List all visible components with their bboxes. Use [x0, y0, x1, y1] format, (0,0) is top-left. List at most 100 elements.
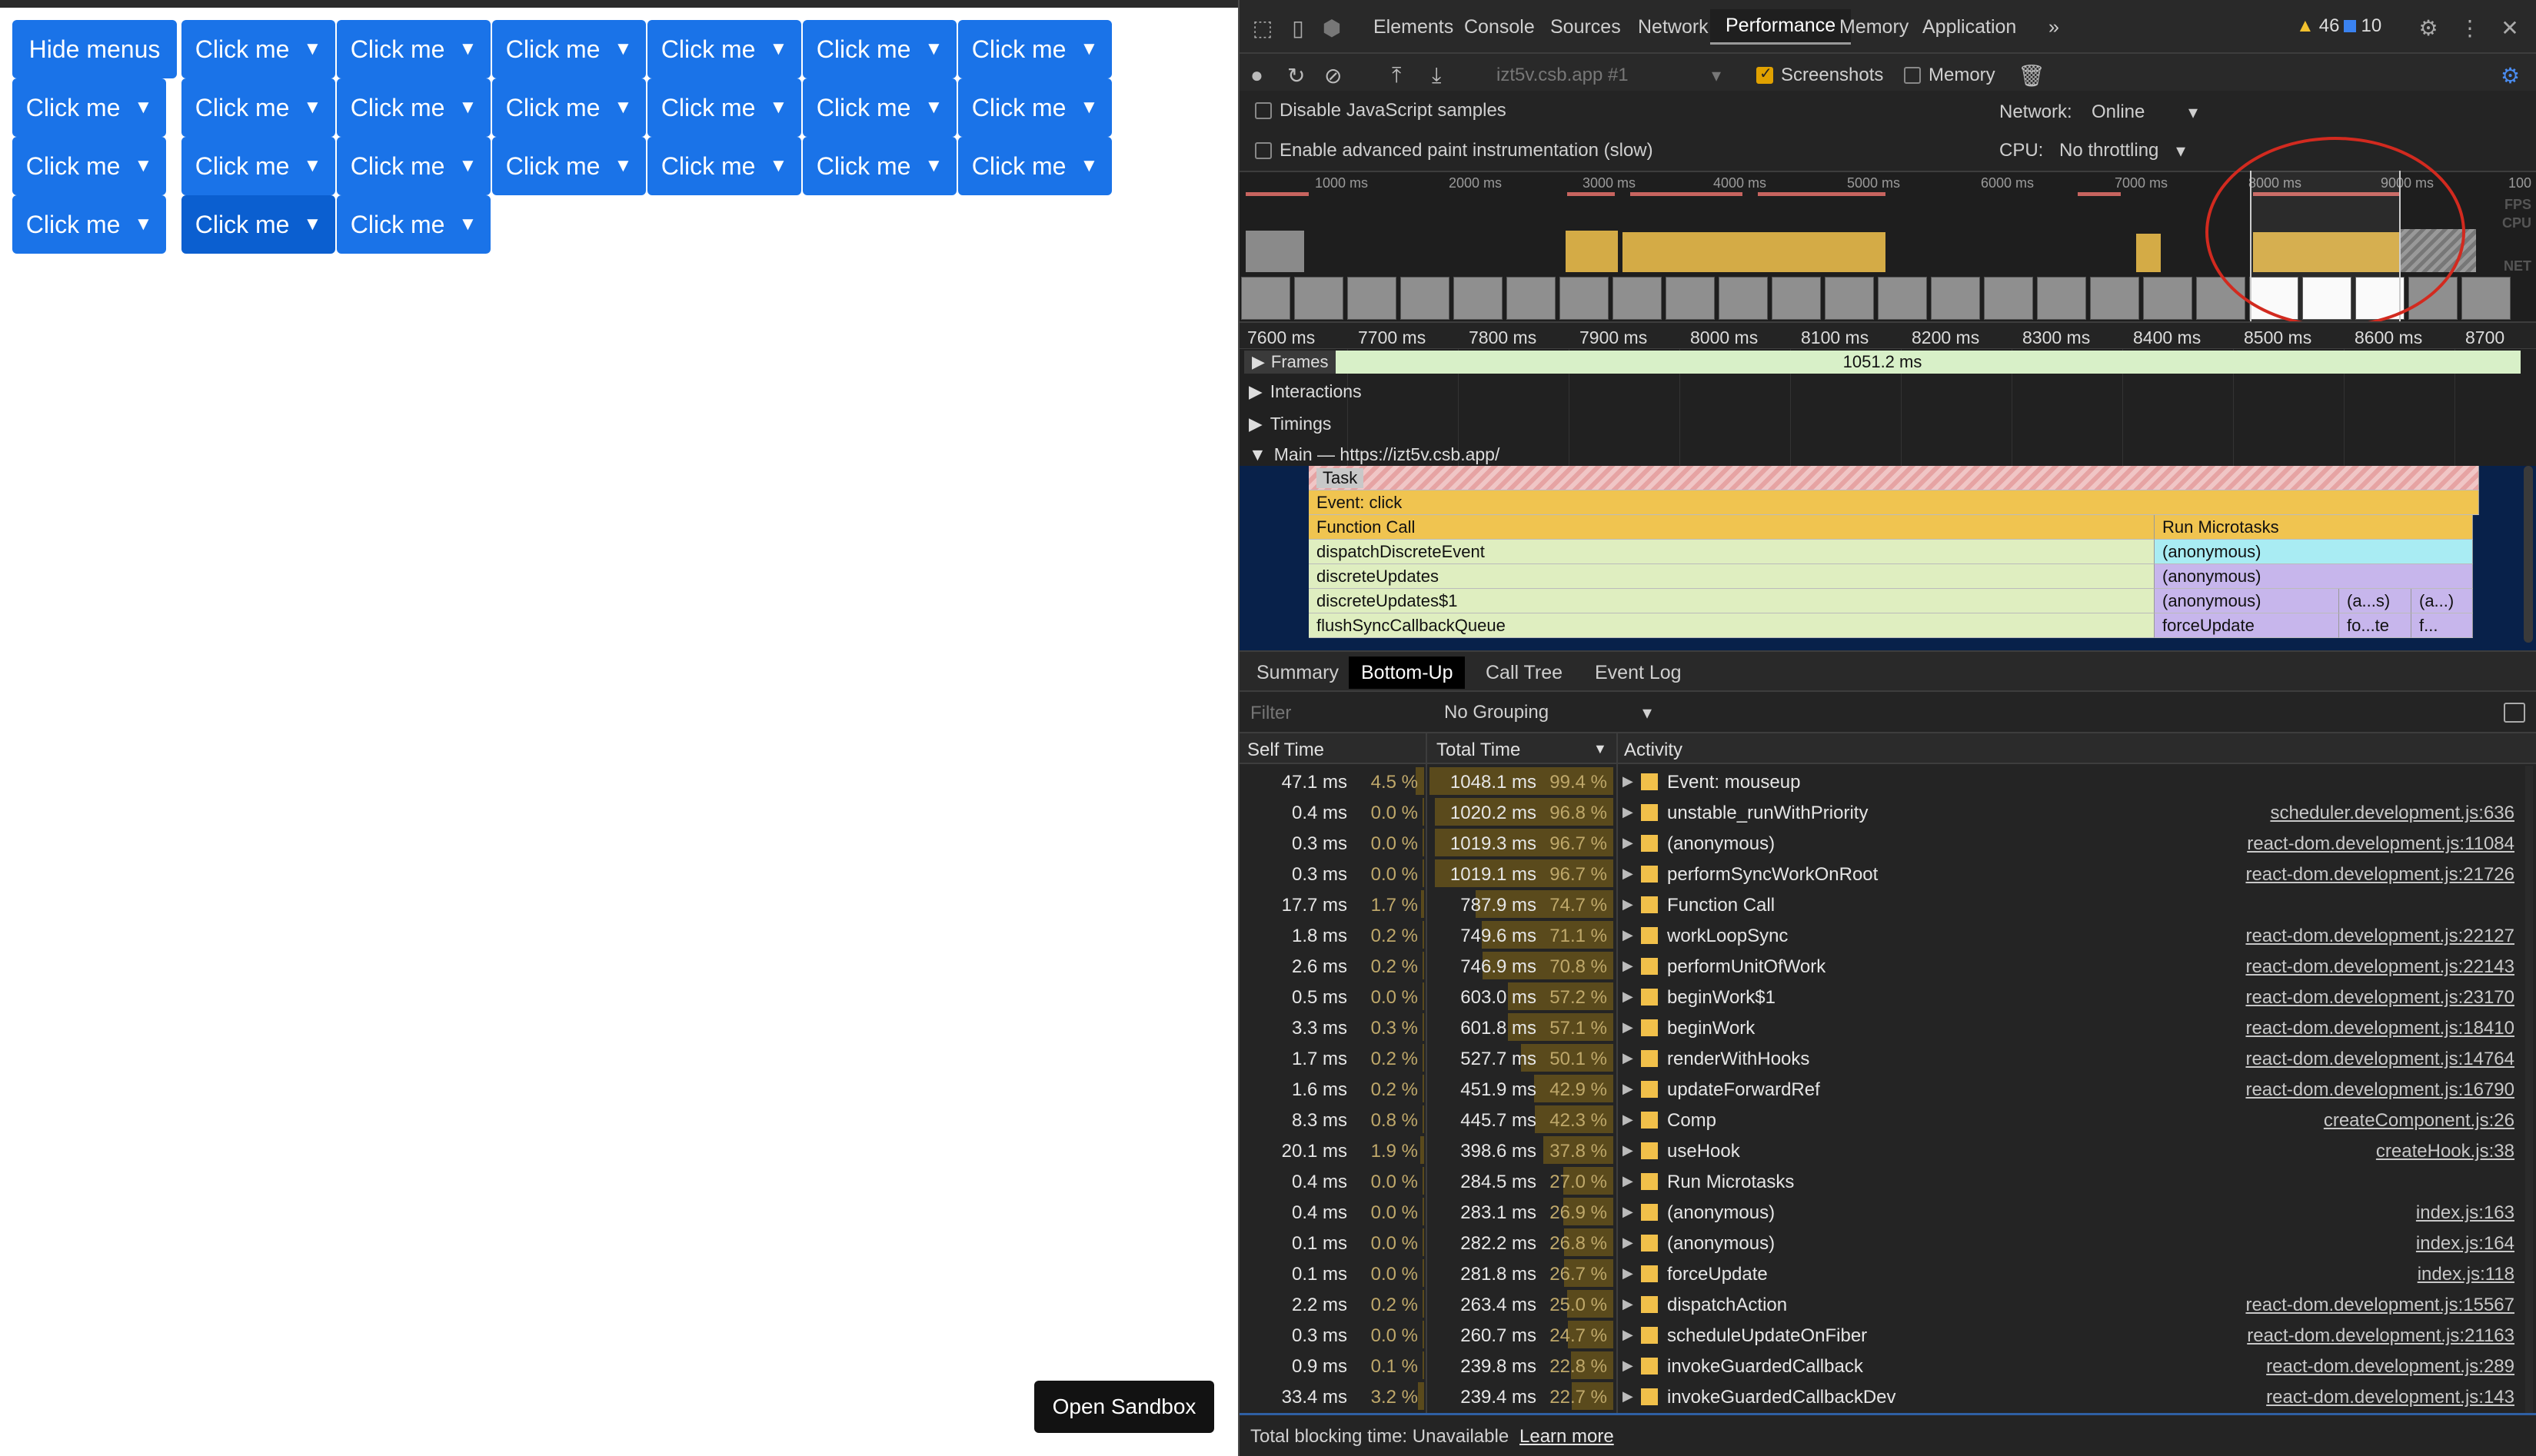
expand-arrow-icon[interactable]: ▶: [1622, 927, 1633, 943]
table-row[interactable]: 1.8 ms 0.2 % 749.6 ms 71.1 % ▶ workLoopSync re…: [1240, 919, 2536, 950]
expand-arrow-icon[interactable]: ▶: [1622, 1204, 1633, 1220]
screenshot-thumbnail[interactable]: [2090, 277, 2139, 320]
screenshot-thumbnail[interactable]: [1400, 277, 1449, 320]
click-me-dropdown-button[interactable]: Click me ▼: [958, 78, 1112, 137]
click-me-dropdown-button[interactable]: Click me ▼: [337, 20, 491, 78]
table-row[interactable]: 0.9 ms 0.1 % 239.8 ms 22.8 % ▶ invokeGuardedC…: [1240, 1350, 2536, 1381]
table-scrollbar[interactable]: [2525, 766, 2533, 1413]
click-me-dropdown-button[interactable]: Click me ▼: [337, 137, 491, 195]
table-row[interactable]: 8.3 ms 0.8 % 445.7 ms 42.3 % ▶ Comp createComp…: [1240, 1104, 2536, 1135]
more-tabs-button[interactable]: »: [2033, 9, 2075, 45]
source-link[interactable]: react-dom.development.js:21163: [2247, 1325, 2514, 1347]
advanced-paint-checkbox[interactable]: Enable advanced paint instrumentation (s…: [1255, 140, 1653, 161]
source-link[interactable]: react-dom.development.js:16790: [2245, 1079, 2514, 1101]
screenshot-thumbnail[interactable]: [1719, 277, 1768, 320]
source-link[interactable]: scheduler.development.js:636: [2270, 803, 2514, 824]
table-row[interactable]: 0.4 ms 0.0 % 284.5 ms 27.0 % ▶ Run Microtasks: [1240, 1165, 2536, 1196]
flame-frame[interactable]: (anonymous): [2155, 540, 2473, 564]
source-link[interactable]: index.js:163: [2416, 1202, 2514, 1224]
expand-arrow-icon[interactable]: ▶: [1622, 896, 1633, 912]
expand-arrow-icon[interactable]: ▶: [1622, 1327, 1633, 1343]
table-row[interactable]: 3.3 ms 0.3 % 601.8 ms 57.1 % ▶ beginWork react…: [1240, 1012, 2536, 1042]
inspect-element-icon[interactable]: ⬚: [1250, 15, 1275, 40]
tab-summary[interactable]: Summary: [1244, 657, 1351, 689]
expand-arrow-icon[interactable]: ▶: [1622, 804, 1633, 820]
flame-frame[interactable]: flushSyncCallbackQueue: [1309, 613, 2155, 638]
click-me-dropdown-button[interactable]: Click me ▼: [492, 20, 646, 78]
reload-record-icon[interactable]: ↻: [1287, 63, 1305, 88]
table-row[interactable]: 17.7 ms 1.7 % 787.9 ms 74.7 % ▶ Function Call: [1240, 889, 2536, 919]
flame-frame[interactable]: (anonymous): [2155, 564, 2473, 589]
source-link[interactable]: react-dom.development.js:14764: [2245, 1049, 2514, 1070]
screenshot-thumbnail[interactable]: [1931, 277, 1980, 320]
table-row[interactable]: 0.1 ms 0.0 % 282.2 ms 26.8 % ▶ (anonymous) ind…: [1240, 1227, 2536, 1258]
source-link[interactable]: react-dom.development.js:21726: [2245, 864, 2514, 886]
table-row[interactable]: 0.1 ms 0.0 % 281.8 ms 26.7 % ▶ forceUpdate ind…: [1240, 1258, 2536, 1288]
flame-event-click[interactable]: Event: click: [1309, 490, 2479, 515]
expand-arrow-icon[interactable]: ▶: [1622, 1081, 1633, 1097]
flame-frame[interactable]: (anonymous): [2155, 589, 2339, 613]
source-link[interactable]: createHook.js:38: [2376, 1141, 2514, 1162]
tab-network[interactable]: Network: [1622, 9, 1724, 45]
click-me-dropdown-button[interactable]: Click me ▼: [337, 195, 491, 254]
click-me-dropdown-button[interactable]: Click me ▼: [958, 20, 1112, 78]
screenshot-thumbnail[interactable]: [1612, 277, 1662, 320]
flame-frame[interactable]: (a...s): [2339, 589, 2411, 613]
table-row[interactable]: 0.4 ms 0.0 % 283.1 ms 26.9 % ▶ (anonymous) ind…: [1240, 1196, 2536, 1227]
expand-arrow-icon[interactable]: ▶: [1622, 1358, 1633, 1374]
click-me-dropdown-button[interactable]: Click me ▼: [803, 78, 957, 137]
click-me-dropdown-button[interactable]: Click me ▼: [647, 20, 801, 78]
source-link[interactable]: react-dom.development.js:11084: [2247, 833, 2514, 855]
device-toolbar-icon[interactable]: ▯: [1286, 15, 1310, 40]
expand-arrow-icon[interactable]: ▶: [1622, 1388, 1633, 1404]
network-throttle-select[interactable]: Online: [2092, 101, 2145, 123]
source-link[interactable]: createComponent.js:26: [2324, 1110, 2514, 1132]
expand-arrow-icon[interactable]: ▶: [1622, 1235, 1633, 1251]
click-me-dropdown-button[interactable]: Click me ▼: [647, 137, 801, 195]
col-activity[interactable]: Activity: [1624, 740, 1682, 761]
timings-track-header[interactable]: ▶ Timings: [1249, 414, 1331, 434]
expand-arrow-icon[interactable]: ▶: [1622, 835, 1633, 851]
expand-arrow-icon[interactable]: ▶: [1622, 773, 1633, 789]
disable-js-samples-checkbox[interactable]: Disable JavaScript samples: [1255, 100, 1506, 121]
flame-function-call[interactable]: Function Call: [1309, 515, 2155, 540]
tab-bottom-up[interactable]: Bottom-Up: [1349, 657, 1466, 689]
click-me-dropdown-button[interactable]: Click me ▼: [803, 20, 957, 78]
click-me-dropdown-button[interactable]: Click me ▼: [12, 78, 166, 137]
screenshot-thumbnail[interactable]: [1294, 277, 1343, 320]
flame-frame[interactable]: forceUpdate: [2155, 613, 2339, 638]
expand-arrow-icon[interactable]: ▶: [1622, 958, 1633, 974]
table-row[interactable]: 0.4 ms 0.0 % 1020.2 ms 96.8 % ▶ unstable_runW…: [1240, 796, 2536, 827]
expand-arrow-icon[interactable]: ▶: [1622, 1296, 1633, 1312]
click-me-dropdown-button[interactable]: Click me ▼: [803, 137, 957, 195]
extension-icon[interactable]: ⬢: [1320, 15, 1344, 40]
sidebar-toggle-icon[interactable]: [2504, 703, 2525, 723]
click-me-dropdown-button[interactable]: Click me ▼: [181, 195, 335, 254]
screenshot-thumbnail[interactable]: [1241, 277, 1290, 320]
table-row[interactable]: 2.2 ms 0.2 % 263.4 ms 25.0 % ▶ dispatchAction…: [1240, 1288, 2536, 1319]
screenshot-thumbnail[interactable]: [1347, 277, 1396, 320]
record-icon[interactable]: ●: [1250, 63, 1263, 88]
clear-icon[interactable]: ⊘: [1324, 63, 1342, 88]
learn-more-link[interactable]: Learn more: [1519, 1426, 1614, 1448]
tracks-scrollbar[interactable]: [2524, 466, 2533, 643]
source-link[interactable]: index.js:118: [2418, 1264, 2514, 1285]
source-link[interactable]: index.js:164: [2416, 1233, 2514, 1255]
click-me-dropdown-button[interactable]: Click me ▼: [958, 137, 1112, 195]
expand-arrow-icon[interactable]: ▶: [1622, 989, 1633, 1005]
tab-sources[interactable]: Sources: [1535, 9, 1636, 45]
expand-arrow-icon[interactable]: ▶: [1622, 1112, 1633, 1128]
table-row[interactable]: 0.5 ms 0.0 % 603.0 ms 57.2 % ▶ beginWork$1 rea…: [1240, 981, 2536, 1012]
click-me-dropdown-button[interactable]: Click me ▼: [492, 137, 646, 195]
flame-frame[interactable]: fo...te: [2339, 613, 2411, 638]
tab-application[interactable]: Application: [1907, 9, 2032, 45]
table-row[interactable]: 20.1 ms 1.9 % 398.6 ms 37.8 % ▶ useHook create…: [1240, 1135, 2536, 1165]
cpu-throttle-select[interactable]: No throttling: [2059, 140, 2158, 161]
trash-icon[interactable]: 🗑: [2018, 63, 2045, 88]
table-row[interactable]: 0.3 ms 0.0 % 1019.1 ms 96.7 % ▶ performSyncWo…: [1240, 858, 2536, 889]
table-row[interactable]: 2.6 ms 0.2 % 746.9 ms 70.8 % ▶ performUnitOfW…: [1240, 950, 2536, 981]
open-sandbox-button[interactable]: Open Sandbox: [1034, 1381, 1214, 1433]
click-me-dropdown-button[interactable]: Click me ▼: [12, 137, 166, 195]
upload-icon[interactable]: ⤒: [1392, 63, 1401, 88]
click-me-dropdown-button[interactable]: Click me ▼: [181, 78, 335, 137]
